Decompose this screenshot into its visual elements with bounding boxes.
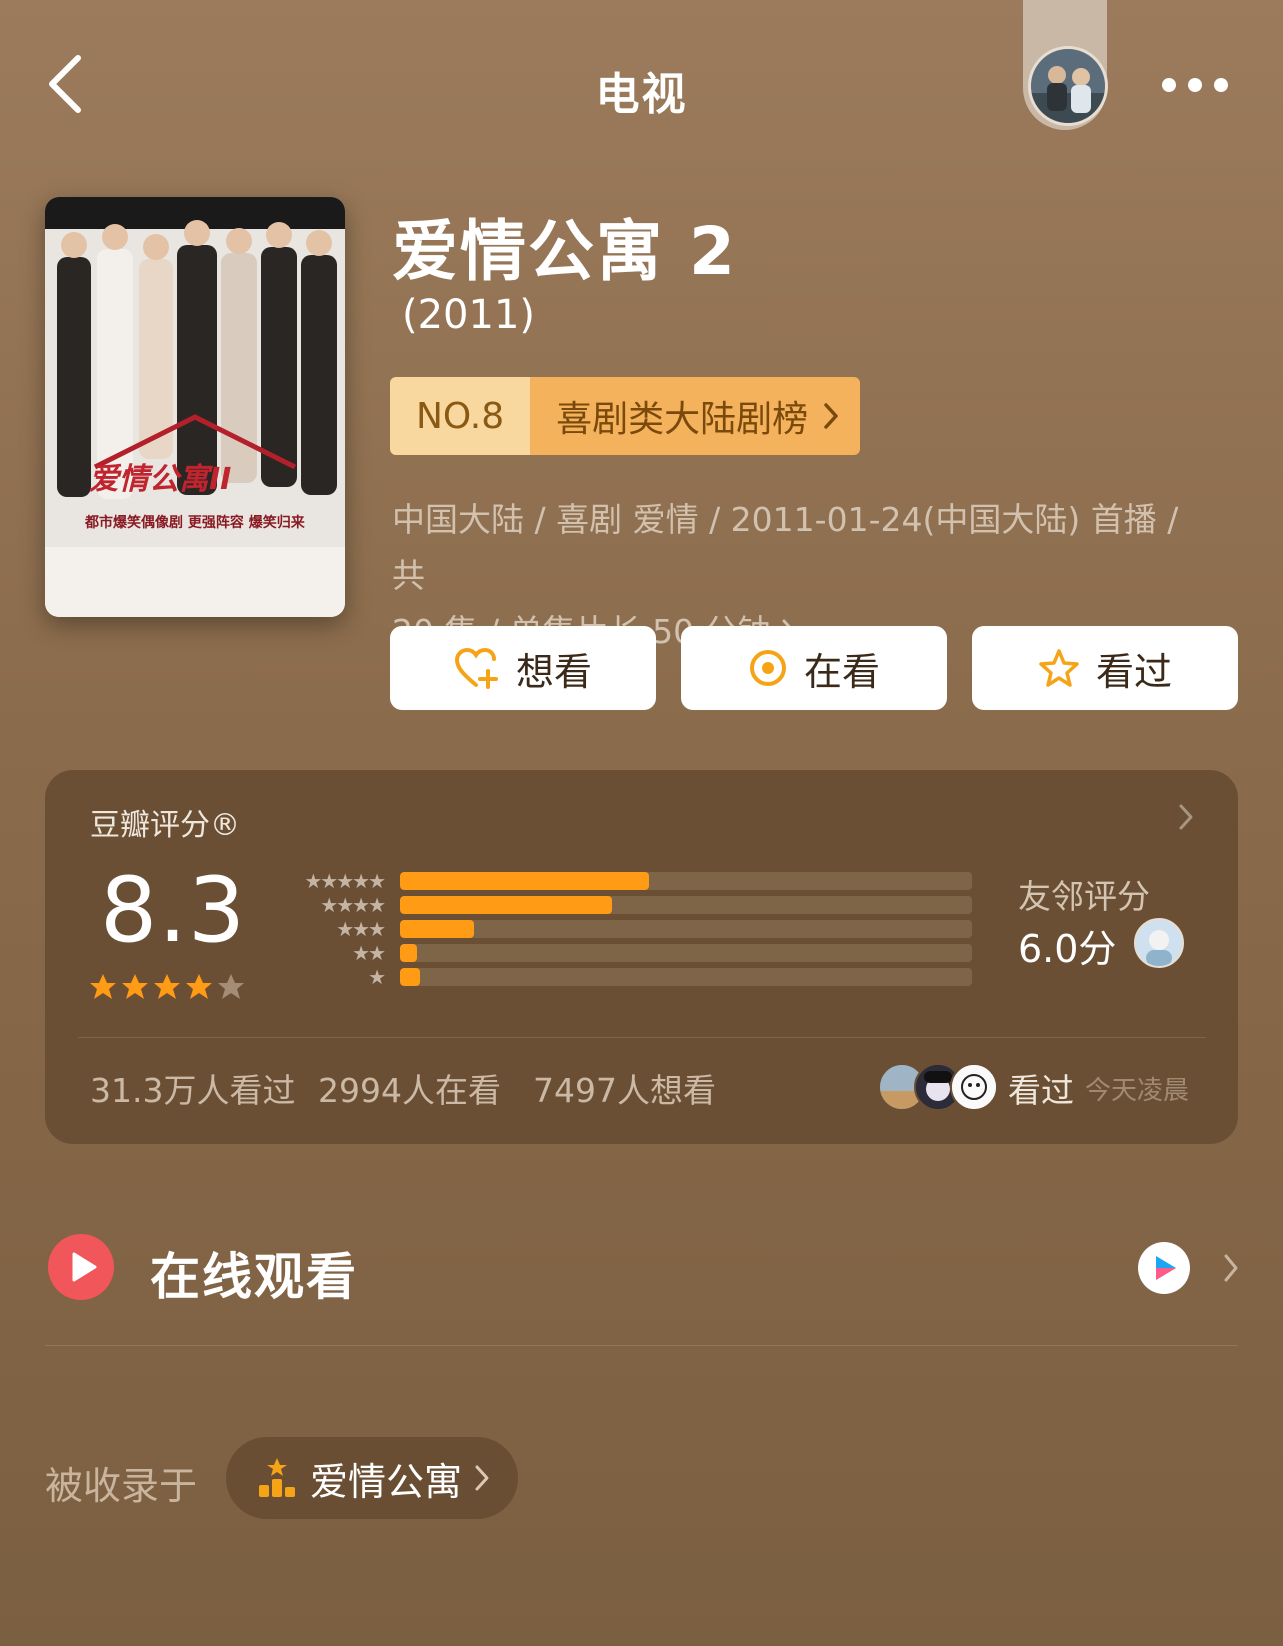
chevron-right-icon (824, 403, 838, 429)
dist-bar-2 (400, 944, 972, 962)
rank-badge[interactable]: NO.8 喜剧类大陆剧榜 (390, 377, 861, 455)
cartoon-avatar-icon (952, 1065, 996, 1109)
dist-stars-1: ★ (368, 965, 386, 989)
dist-stars-3: ★★★ (336, 917, 386, 941)
play-icon (72, 1252, 97, 1282)
more-button[interactable] (1160, 70, 1230, 100)
friend-rating-score: 6.0分 (1018, 927, 1117, 971)
dist-stars-2: ★★ (352, 941, 386, 965)
heart-plus-icon (454, 647, 498, 689)
dist-bar-3 (400, 920, 972, 938)
friends-status-time: 今天凌晨 (1085, 1076, 1190, 1106)
stat-watched: 31.3万人看过 (90, 1071, 296, 1110)
rank-list: 喜剧类大陆剧榜 (530, 377, 861, 455)
dist-bar-5 (400, 872, 972, 890)
show-year: (2011) (402, 292, 536, 338)
watched-button[interactable]: 看过 (972, 626, 1238, 710)
stat-want: 7497人想看 (533, 1071, 716, 1110)
friends-status: 看过 (1008, 1071, 1074, 1110)
friend-avatar[interactable] (1134, 918, 1184, 968)
avatar[interactable] (1028, 46, 1108, 126)
card-divider (78, 1037, 1206, 1038)
want-label: 想看 (515, 649, 592, 694)
dist-bar-4 (400, 896, 972, 914)
chevron-right-icon (1224, 1254, 1238, 1282)
chevron-right-icon (1179, 804, 1193, 830)
dist-bar-fill-1 (400, 968, 421, 986)
chevron-right-icon (475, 1465, 489, 1491)
ranking-icon (259, 1458, 295, 1497)
dist-stars-4: ★★★★ (320, 893, 386, 917)
poster-title: 爱情公寓II (89, 462, 231, 497)
online-watch-chevron[interactable] (1222, 1252, 1240, 1284)
rating-stars (88, 972, 246, 1002)
play-button[interactable] (48, 1234, 114, 1300)
rank-list-name: 喜剧类大陆剧榜 (556, 399, 809, 440)
dist-bar-fill-4 (400, 896, 612, 914)
rating-detail-button[interactable] (1176, 800, 1196, 834)
friend-rating-label: 友邻评分 (1018, 877, 1150, 916)
section-divider (45, 1345, 1238, 1346)
collection-name: 爱情公寓 (310, 1459, 463, 1504)
rank-number: NO.8 (390, 377, 531, 455)
watching-button[interactable]: 在看 (681, 626, 947, 710)
friend-avatar-icon (1146, 930, 1172, 966)
more-horizontal-icon (1162, 78, 1228, 92)
poster-art: 爱情公寓II 都市爆笑偶像剧 更强阵容 爆笑归来 (45, 197, 345, 617)
want-button[interactable]: 想看 (390, 626, 656, 710)
stat-watching: 2994人在看 (318, 1071, 501, 1110)
dist-bar-fill-2 (400, 944, 418, 962)
friend-avatar-3[interactable] (950, 1063, 998, 1111)
collection-chip[interactable]: 爱情公寓 (226, 1437, 519, 1519)
collected-label: 被收录于 (45, 1464, 198, 1508)
youku-icon (1156, 1256, 1176, 1280)
online-watch-label[interactable]: 在线观看 (150, 1237, 358, 1309)
target-icon (749, 650, 786, 686)
poster-image[interactable]: 爱情公寓II 都市爆笑偶像剧 更强阵容 爆笑归来 (45, 197, 345, 617)
dist-bar-fill-3 (400, 920, 475, 938)
star-filled-icon (90, 974, 116, 999)
watched-label: 看过 (1095, 649, 1172, 694)
dist-bar-fill-5 (400, 872, 649, 890)
rating-label: 豆瓣评分® (90, 808, 240, 843)
star-empty-icon (218, 974, 244, 999)
video-app-icon[interactable] (1138, 1242, 1190, 1294)
dist-stars-5: ★★★★★ (304, 869, 386, 893)
dist-bar-1 (400, 968, 972, 986)
star-filled-icon (122, 974, 148, 999)
rating-score: 8.3 (100, 858, 247, 963)
user-avatar-icon (1031, 49, 1105, 123)
watching-label: 在看 (803, 649, 880, 694)
meta-line-1: 中国大陆 / 喜剧 爱情 / 2011-01-24(中国大陆) 首播 / 共 (392, 500, 1179, 595)
star-outline-icon (1039, 649, 1079, 687)
star-filled-icon (154, 974, 180, 999)
show-title: 爱情公寓 2 (392, 213, 737, 290)
poster-subtitle: 都市爆笑偶像剧 更强阵容 爆笑归来 (84, 514, 306, 531)
star-filled-icon (186, 974, 212, 999)
